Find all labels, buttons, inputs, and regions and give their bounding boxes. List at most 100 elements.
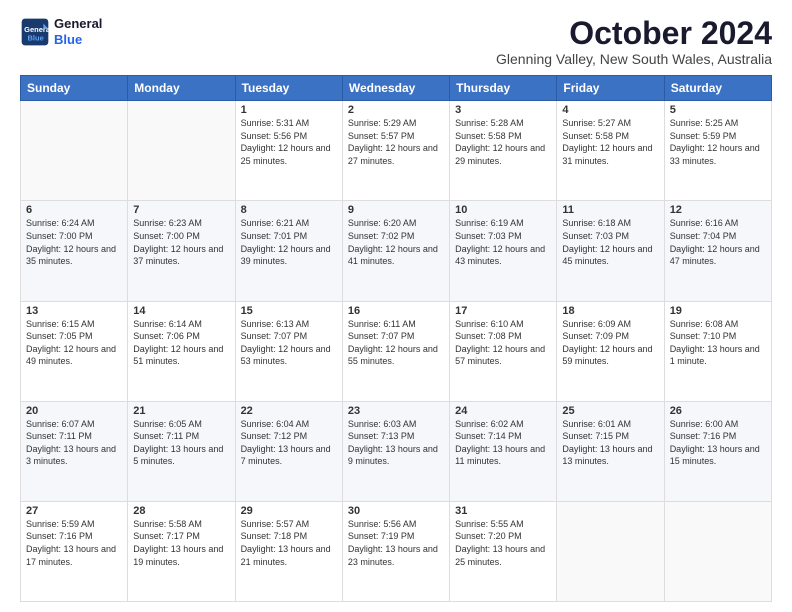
location: Glenning Valley, New South Wales, Austra… — [496, 51, 772, 67]
calendar-cell — [664, 501, 771, 601]
day-content: Sunrise: 5:59 AM Sunset: 7:16 PM Dayligh… — [26, 518, 122, 568]
day-content: Sunrise: 6:03 AM Sunset: 7:13 PM Dayligh… — [348, 418, 444, 468]
calendar-header-saturday: Saturday — [664, 76, 771, 101]
calendar-cell: 23Sunrise: 6:03 AM Sunset: 7:13 PM Dayli… — [342, 401, 449, 501]
calendar-cell — [21, 101, 128, 201]
calendar-cell: 13Sunrise: 6:15 AM Sunset: 7:05 PM Dayli… — [21, 301, 128, 401]
calendar-cell — [128, 101, 235, 201]
day-content: Sunrise: 6:00 AM Sunset: 7:16 PM Dayligh… — [670, 418, 766, 468]
day-content: Sunrise: 5:25 AM Sunset: 5:59 PM Dayligh… — [670, 117, 766, 167]
calendar-header-thursday: Thursday — [450, 76, 557, 101]
calendar-cell: 20Sunrise: 6:07 AM Sunset: 7:11 PM Dayli… — [21, 401, 128, 501]
calendar-header-tuesday: Tuesday — [235, 76, 342, 101]
logo-text: General Blue — [54, 16, 102, 47]
day-number: 12 — [670, 204, 766, 216]
calendar-header-monday: Monday — [128, 76, 235, 101]
calendar-week-4: 20Sunrise: 6:07 AM Sunset: 7:11 PM Dayli… — [21, 401, 772, 501]
calendar-cell: 28Sunrise: 5:58 AM Sunset: 7:17 PM Dayli… — [128, 501, 235, 601]
day-content: Sunrise: 6:01 AM Sunset: 7:15 PM Dayligh… — [562, 418, 658, 468]
day-content: Sunrise: 5:56 AM Sunset: 7:19 PM Dayligh… — [348, 518, 444, 568]
logo-icon: General Blue — [20, 17, 50, 47]
day-content: Sunrise: 6:15 AM Sunset: 7:05 PM Dayligh… — [26, 318, 122, 368]
calendar-cell: 8Sunrise: 6:21 AM Sunset: 7:01 PM Daylig… — [235, 201, 342, 301]
day-content: Sunrise: 6:10 AM Sunset: 7:08 PM Dayligh… — [455, 318, 551, 368]
calendar-cell: 4Sunrise: 5:27 AM Sunset: 5:58 PM Daylig… — [557, 101, 664, 201]
day-number: 22 — [241, 405, 337, 417]
calendar-table: SundayMondayTuesdayWednesdayThursdayFrid… — [20, 75, 772, 602]
calendar-cell: 22Sunrise: 6:04 AM Sunset: 7:12 PM Dayli… — [235, 401, 342, 501]
day-number: 18 — [562, 305, 658, 317]
day-number: 25 — [562, 405, 658, 417]
calendar-cell: 3Sunrise: 5:28 AM Sunset: 5:58 PM Daylig… — [450, 101, 557, 201]
day-number: 15 — [241, 305, 337, 317]
day-number: 31 — [455, 505, 551, 517]
page: General Blue General Blue October 2024 G… — [0, 0, 792, 612]
day-content: Sunrise: 6:24 AM Sunset: 7:00 PM Dayligh… — [26, 217, 122, 267]
calendar-cell: 24Sunrise: 6:02 AM Sunset: 7:14 PM Dayli… — [450, 401, 557, 501]
calendar-cell: 18Sunrise: 6:09 AM Sunset: 7:09 PM Dayli… — [557, 301, 664, 401]
day-content: Sunrise: 6:18 AM Sunset: 7:03 PM Dayligh… — [562, 217, 658, 267]
day-content: Sunrise: 6:16 AM Sunset: 7:04 PM Dayligh… — [670, 217, 766, 267]
calendar-cell: 16Sunrise: 6:11 AM Sunset: 7:07 PM Dayli… — [342, 301, 449, 401]
day-number: 4 — [562, 104, 658, 116]
day-number: 9 — [348, 204, 444, 216]
day-content: Sunrise: 5:58 AM Sunset: 7:17 PM Dayligh… — [133, 518, 229, 568]
calendar-cell: 15Sunrise: 6:13 AM Sunset: 7:07 PM Dayli… — [235, 301, 342, 401]
day-number: 1 — [241, 104, 337, 116]
day-content: Sunrise: 5:28 AM Sunset: 5:58 PM Dayligh… — [455, 117, 551, 167]
calendar-cell: 11Sunrise: 6:18 AM Sunset: 7:03 PM Dayli… — [557, 201, 664, 301]
calendar-cell: 31Sunrise: 5:55 AM Sunset: 7:20 PM Dayli… — [450, 501, 557, 601]
calendar-cell: 6Sunrise: 6:24 AM Sunset: 7:00 PM Daylig… — [21, 201, 128, 301]
day-number: 3 — [455, 104, 551, 116]
calendar-header-friday: Friday — [557, 76, 664, 101]
day-number: 29 — [241, 505, 337, 517]
calendar-cell: 10Sunrise: 6:19 AM Sunset: 7:03 PM Dayli… — [450, 201, 557, 301]
calendar-cell: 21Sunrise: 6:05 AM Sunset: 7:11 PM Dayli… — [128, 401, 235, 501]
day-content: Sunrise: 6:09 AM Sunset: 7:09 PM Dayligh… — [562, 318, 658, 368]
day-number: 30 — [348, 505, 444, 517]
day-number: 10 — [455, 204, 551, 216]
day-content: Sunrise: 5:31 AM Sunset: 5:56 PM Dayligh… — [241, 117, 337, 167]
calendar-cell: 29Sunrise: 5:57 AM Sunset: 7:18 PM Dayli… — [235, 501, 342, 601]
calendar-cell: 17Sunrise: 6:10 AM Sunset: 7:08 PM Dayli… — [450, 301, 557, 401]
day-content: Sunrise: 6:07 AM Sunset: 7:11 PM Dayligh… — [26, 418, 122, 468]
day-content: Sunrise: 5:57 AM Sunset: 7:18 PM Dayligh… — [241, 518, 337, 568]
day-number: 27 — [26, 505, 122, 517]
calendar-week-5: 27Sunrise: 5:59 AM Sunset: 7:16 PM Dayli… — [21, 501, 772, 601]
calendar-header-sunday: Sunday — [21, 76, 128, 101]
calendar-header-wednesday: Wednesday — [342, 76, 449, 101]
day-content: Sunrise: 6:04 AM Sunset: 7:12 PM Dayligh… — [241, 418, 337, 468]
calendar-cell: 2Sunrise: 5:29 AM Sunset: 5:57 PM Daylig… — [342, 101, 449, 201]
calendar-cell: 12Sunrise: 6:16 AM Sunset: 7:04 PM Dayli… — [664, 201, 771, 301]
day-number: 23 — [348, 405, 444, 417]
day-number: 8 — [241, 204, 337, 216]
calendar-cell — [557, 501, 664, 601]
day-number: 6 — [26, 204, 122, 216]
calendar-cell: 27Sunrise: 5:59 AM Sunset: 7:16 PM Dayli… — [21, 501, 128, 601]
day-content: Sunrise: 6:23 AM Sunset: 7:00 PM Dayligh… — [133, 217, 229, 267]
day-number: 11 — [562, 204, 658, 216]
day-number: 24 — [455, 405, 551, 417]
day-number: 5 — [670, 104, 766, 116]
calendar-cell: 5Sunrise: 5:25 AM Sunset: 5:59 PM Daylig… — [664, 101, 771, 201]
day-number: 2 — [348, 104, 444, 116]
day-number: 17 — [455, 305, 551, 317]
day-number: 21 — [133, 405, 229, 417]
calendar-header-row: SundayMondayTuesdayWednesdayThursdayFrid… — [21, 76, 772, 101]
header: General Blue General Blue October 2024 G… — [20, 16, 772, 67]
day-content: Sunrise: 5:29 AM Sunset: 5:57 PM Dayligh… — [348, 117, 444, 167]
calendar-cell: 14Sunrise: 6:14 AM Sunset: 7:06 PM Dayli… — [128, 301, 235, 401]
logo: General Blue General Blue — [20, 16, 102, 47]
title-section: October 2024 Glenning Valley, New South … — [496, 16, 772, 67]
day-number: 19 — [670, 305, 766, 317]
day-content: Sunrise: 6:20 AM Sunset: 7:02 PM Dayligh… — [348, 217, 444, 267]
calendar-cell: 25Sunrise: 6:01 AM Sunset: 7:15 PM Dayli… — [557, 401, 664, 501]
logo-line1: General — [54, 16, 102, 32]
day-content: Sunrise: 6:13 AM Sunset: 7:07 PM Dayligh… — [241, 318, 337, 368]
calendar-cell: 26Sunrise: 6:00 AM Sunset: 7:16 PM Dayli… — [664, 401, 771, 501]
day-content: Sunrise: 6:21 AM Sunset: 7:01 PM Dayligh… — [241, 217, 337, 267]
calendar-cell: 1Sunrise: 5:31 AM Sunset: 5:56 PM Daylig… — [235, 101, 342, 201]
calendar-cell: 9Sunrise: 6:20 AM Sunset: 7:02 PM Daylig… — [342, 201, 449, 301]
day-content: Sunrise: 6:05 AM Sunset: 7:11 PM Dayligh… — [133, 418, 229, 468]
calendar-cell: 30Sunrise: 5:56 AM Sunset: 7:19 PM Dayli… — [342, 501, 449, 601]
